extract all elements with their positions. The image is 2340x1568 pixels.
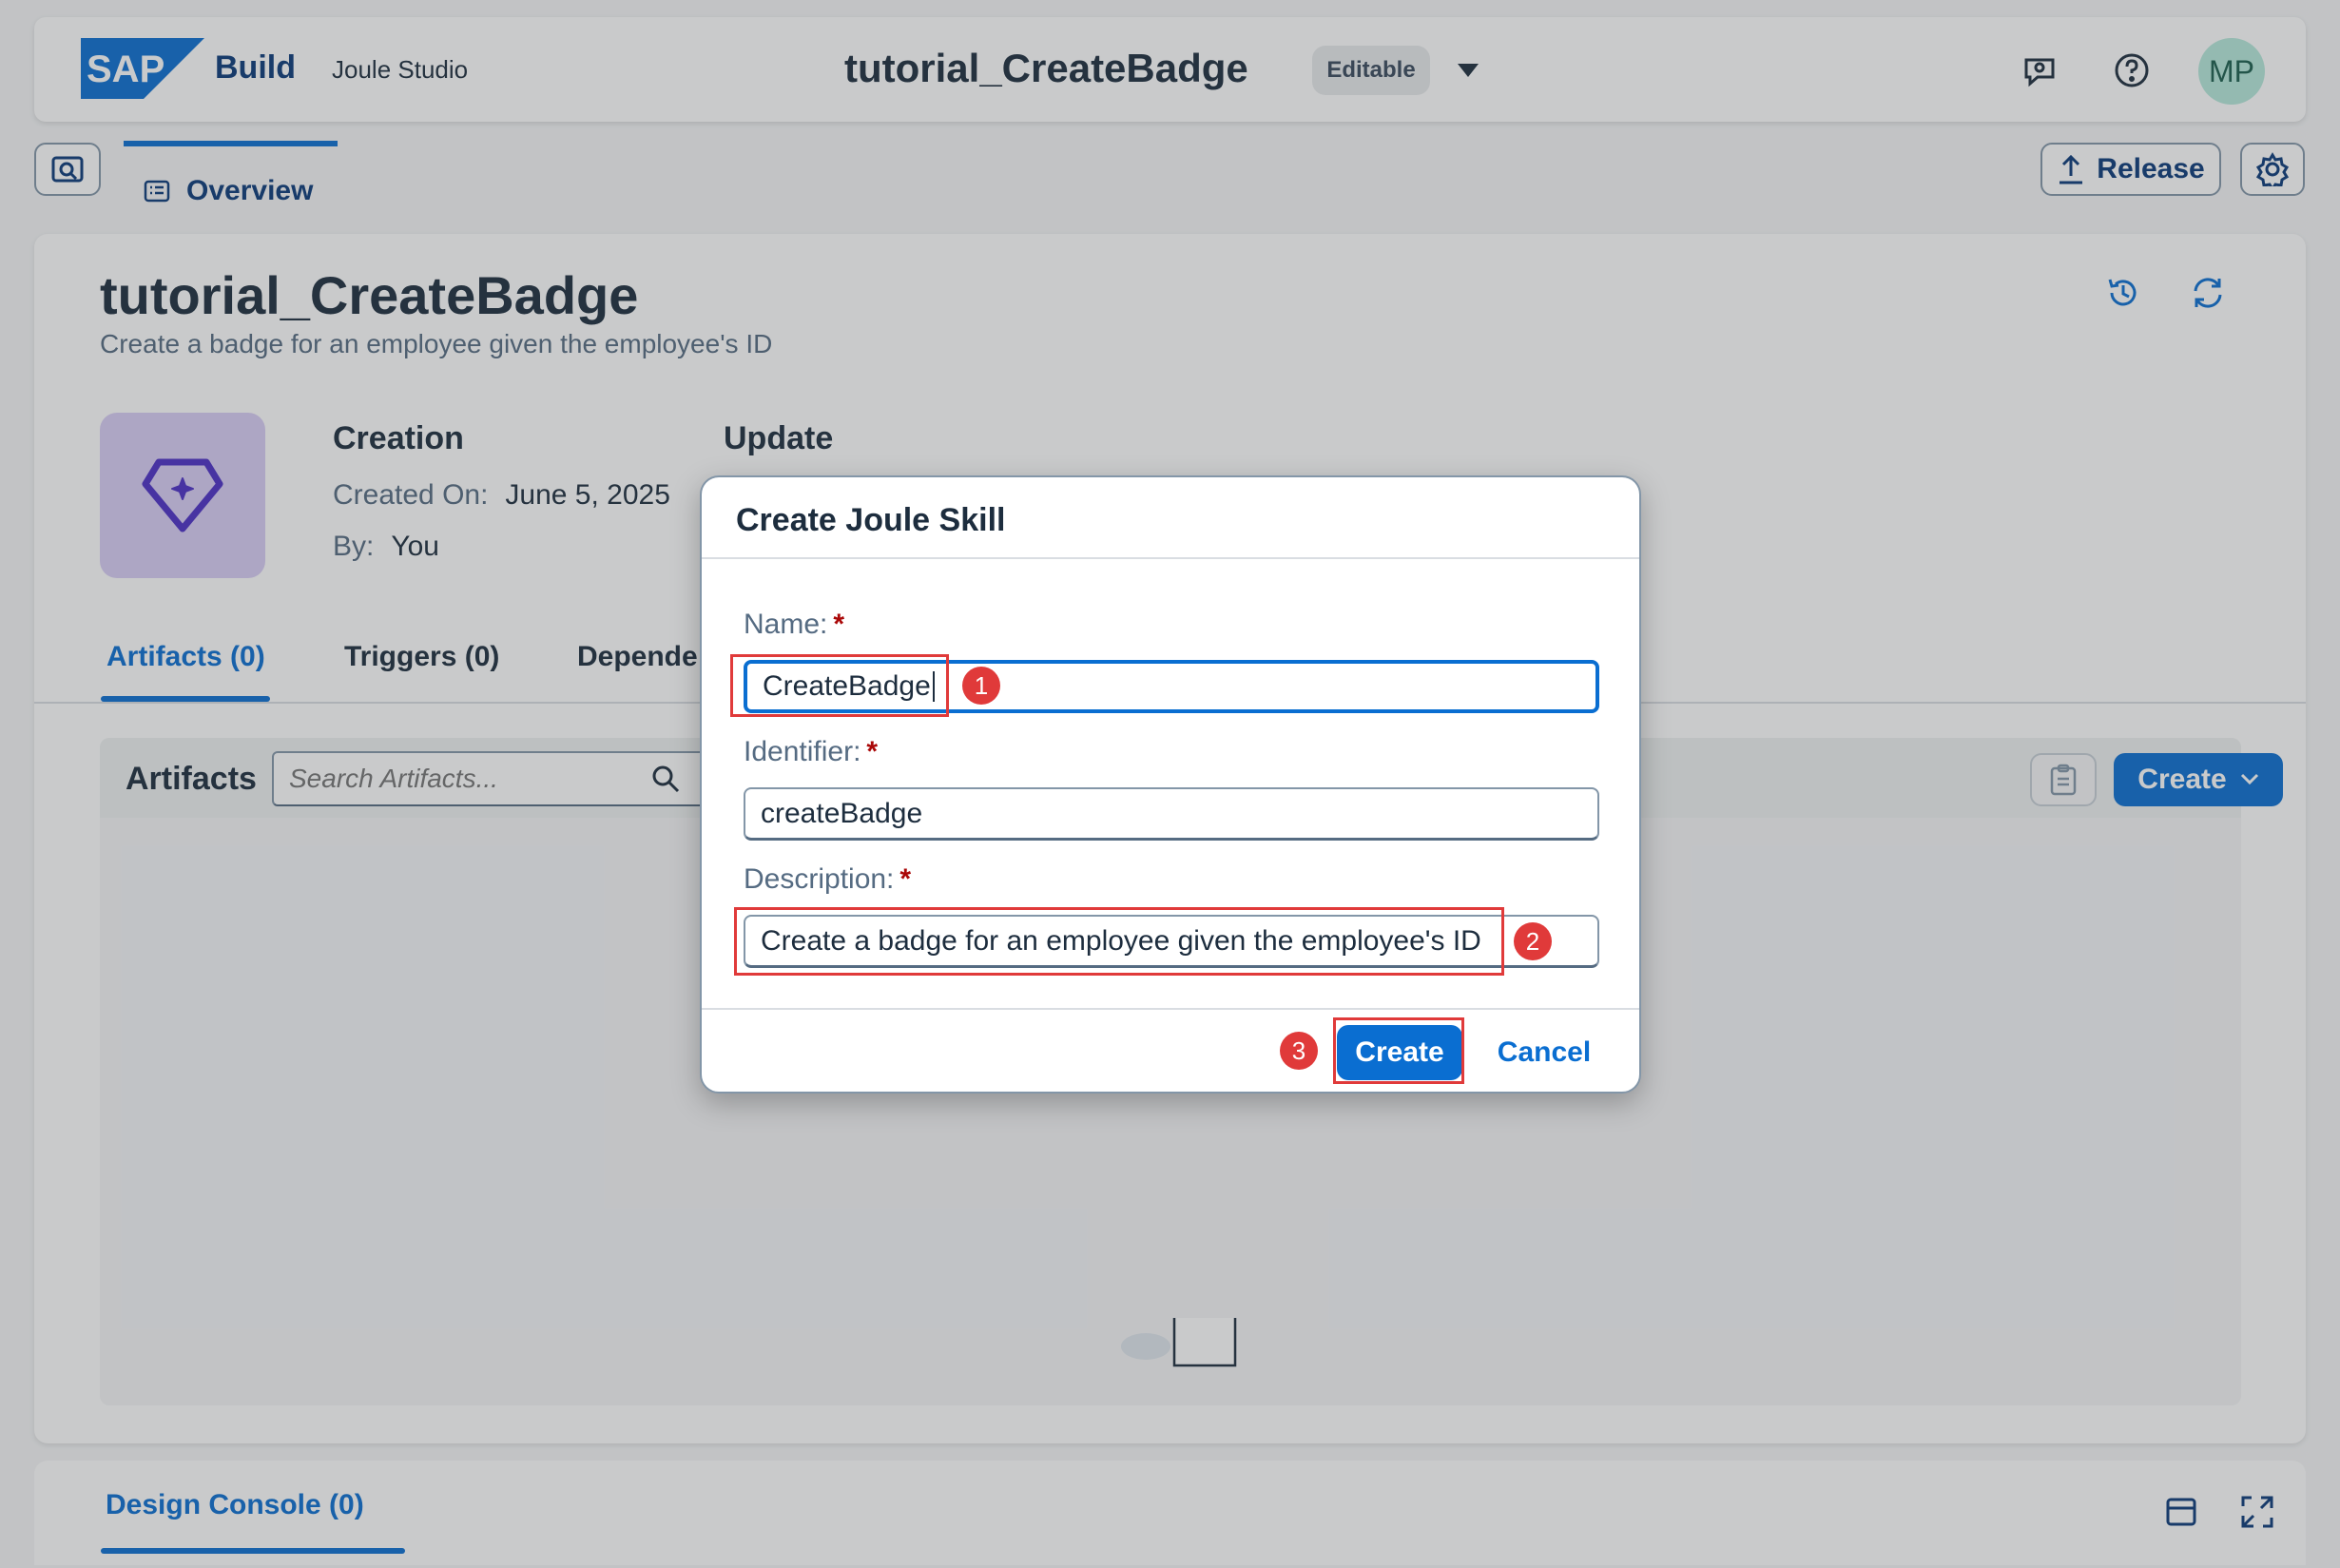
annotation-step-1: 1 bbox=[962, 667, 1000, 705]
description-label-text: Description: bbox=[744, 863, 895, 895]
dialog-footer: Create Cancel bbox=[702, 1008, 1639, 1092]
name-label-text: Name: bbox=[744, 609, 828, 640]
identifier-label-text: Identifier: bbox=[744, 736, 861, 767]
annotation-box-name bbox=[730, 654, 949, 717]
identifier-field-value: createBadge bbox=[761, 797, 923, 829]
annotation-box-create bbox=[1333, 1017, 1464, 1084]
name-label: Name: * bbox=[744, 609, 844, 641]
annotation-step-2: 2 bbox=[1514, 922, 1552, 960]
cancel-button[interactable]: Cancel bbox=[1481, 1025, 1607, 1080]
create-skill-dialog: Create Joule Skill Name: * CreateBadge Id… bbox=[700, 475, 1641, 1094]
dialog-title: Create Joule Skill bbox=[736, 502, 1006, 538]
identifier-label: Identifier: * bbox=[744, 736, 878, 768]
dialog-header: Create Joule Skill bbox=[702, 477, 1639, 559]
annotation-box-description bbox=[734, 907, 1504, 976]
identifier-field[interactable]: createBadge bbox=[744, 787, 1599, 841]
annotation-step-3: 3 bbox=[1280, 1032, 1318, 1070]
required-mark: * bbox=[833, 609, 845, 640]
description-label: Description: * bbox=[744, 863, 911, 896]
required-mark: * bbox=[899, 863, 912, 895]
required-mark: * bbox=[866, 736, 879, 767]
